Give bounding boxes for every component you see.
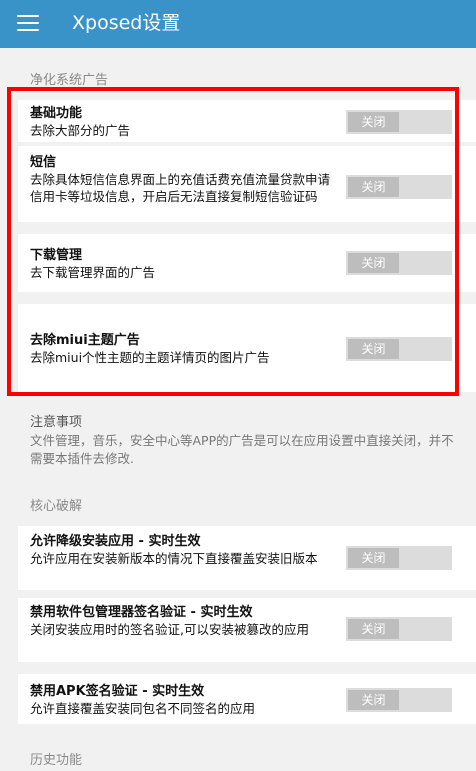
note-block: 注意事项 文件管理，音乐，安全中心等APP的广告是可以在应用设置中直接关闭，并不… <box>30 414 470 468</box>
toggle-knob: 关闭 <box>348 112 399 132</box>
section-header-history: 历史功能 <box>30 753 83 768</box>
toggle-downgrade[interactable]: 关闭 <box>346 546 452 570</box>
menu-icon[interactable] <box>17 15 39 33</box>
toggle-download[interactable]: 关闭 <box>346 251 452 275</box>
setting-subtitle: 去除具体短信信息界面上的充值话费充值流量贷款申请信用卡等垃圾信息，开启后无法直接… <box>30 172 331 204</box>
section-header-ads: 净化系统广告 <box>30 73 109 88</box>
setting-subtitle: 去除miui个性主题的主题详情页的图片广告 <box>30 350 270 365</box>
toggle-basic[interactable]: 关闭 <box>346 110 452 134</box>
setting-subtitle: 允许直接覆盖安装同包名不同签名的应用 <box>30 701 256 716</box>
app-bar: Xposed设置 <box>0 0 476 48</box>
toggle-knob: 关闭 <box>348 339 399 359</box>
toggle-sms[interactable]: 关闭 <box>346 175 452 199</box>
toggle-knob: 关闭 <box>348 177 399 197</box>
setting-subtitle: 允许应用在安装新版本的情况下直接覆盖安装旧版本 <box>30 551 318 566</box>
toggle-miui-theme[interactable]: 关闭 <box>346 337 452 361</box>
app-title: Xposed设置 <box>72 12 181 34</box>
note-title: 注意事项 <box>30 415 83 430</box>
setting-subtitle: 关闭安装应用时的签名验证,可以安装被篡改的应用 <box>30 622 309 637</box>
toggle-knob: 关闭 <box>348 690 399 710</box>
setting-subtitle: 去下载管理界面的广告 <box>30 265 156 280</box>
setting-title: 短信 <box>30 155 57 170</box>
note-body: 文件管理，音乐，安全中心等APP的广告是可以在应用设置中直接关闭，并不需要本插件… <box>30 433 454 466</box>
toggle-knob: 关闭 <box>348 619 399 639</box>
toggle-pm-signature[interactable]: 关闭 <box>346 617 452 641</box>
toggle-apk-signature[interactable]: 关闭 <box>346 688 452 712</box>
toggle-knob: 关闭 <box>348 548 399 568</box>
toggle-knob: 关闭 <box>348 253 399 273</box>
section-header-crack: 核心破解 <box>30 499 83 514</box>
setting-subtitle: 去除大部分的广告 <box>30 123 131 138</box>
